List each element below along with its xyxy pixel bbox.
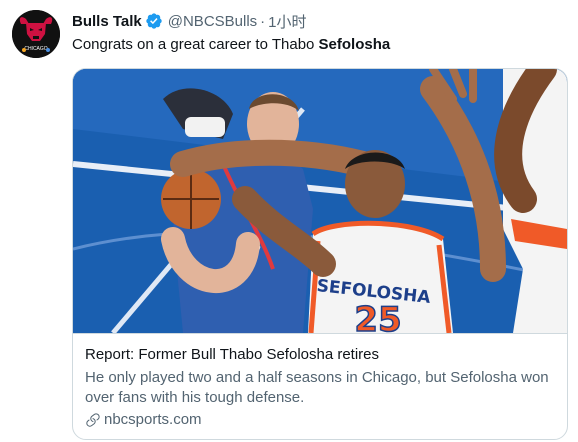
link-card[interactable]: Los SEFOLOSHA 25 Report: Former Bull Tha… [72, 68, 568, 440]
tweet-header: Bulls Talk @NBCSBulls · 1小时 [72, 10, 307, 32]
jersey-number: 25 [354, 300, 401, 333]
card-domain-row[interactable]: nbcsports.com [85, 411, 202, 428]
card-image[interactable]: Los SEFOLOSHA 25 [73, 69, 567, 333]
tweet-text-bold: Sefolosha [318, 36, 391, 53]
basketball-photo: Los SEFOLOSHA 25 [73, 69, 567, 333]
link-icon [86, 412, 100, 427]
tweet[interactable]: CHICAGO Bulls Talk @NBCSBulls · 1小时 Cong… [0, 0, 578, 442]
tweet-text: Congrats on a great career to Thabo Sefo… [72, 36, 390, 53]
dot-separator: · [260, 12, 266, 30]
avatar-caption: CHICAGO [24, 46, 47, 52]
tweet-text-prefix: Congrats on a great career to Thabo [72, 36, 319, 53]
card-description[interactable]: He only played two and a half seasons in… [85, 368, 555, 408]
card-divider [73, 333, 567, 334]
bulls-logo-icon: CHICAGO [12, 10, 60, 58]
timestamp[interactable]: 1小时 [268, 11, 306, 32]
card-title[interactable]: Report: Former Bull Thabo Sefolosha reti… [85, 346, 379, 363]
verified-badge-icon [146, 13, 162, 29]
avatar[interactable]: CHICAGO [12, 10, 60, 58]
handle[interactable]: @NBCSBulls [168, 13, 257, 30]
display-name[interactable]: Bulls Talk [72, 13, 142, 30]
card-domain[interactable]: nbcsports.com [104, 411, 202, 428]
